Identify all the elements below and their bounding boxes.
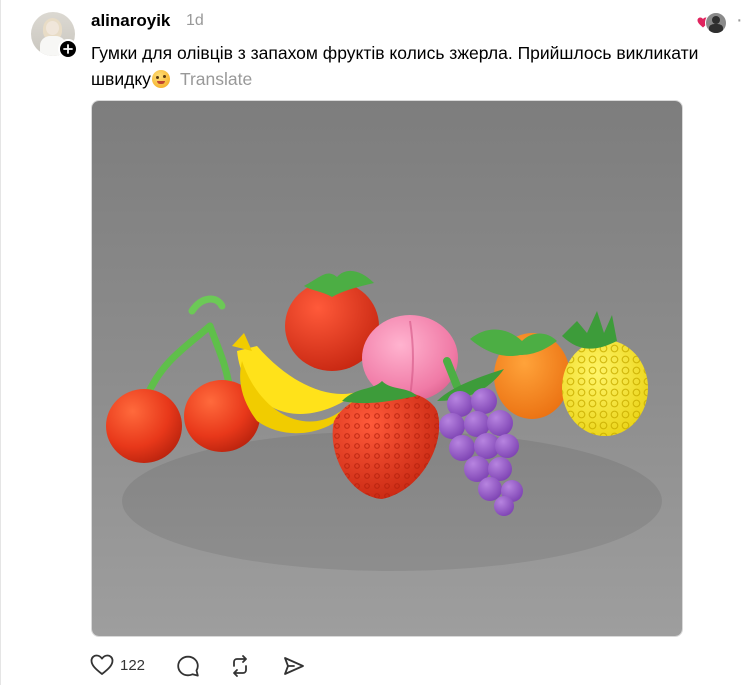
more-options-icon[interactable]: · — [736, 10, 743, 30]
repost-icon — [233, 655, 247, 677]
follow-plus-button[interactable] — [58, 39, 78, 59]
liked-by-indicator[interactable]: · — [693, 10, 748, 34]
fruit-erasers-photo — [92, 101, 682, 636]
plus-icon — [63, 44, 73, 54]
share-button[interactable] — [282, 654, 306, 678]
like-button[interactable]: 122 — [90, 654, 145, 676]
post-image[interactable] — [91, 100, 683, 637]
left-divider — [0, 0, 1, 685]
heart-icon — [90, 654, 114, 675]
post-timestamp: 1d — [186, 12, 204, 29]
nerd-face-emoji-icon — [151, 70, 170, 88]
translate-link[interactable]: Translate — [180, 69, 252, 89]
liker-avatar-body — [709, 24, 723, 33]
send-icon — [284, 657, 304, 675]
comment-bubble-icon — [177, 655, 199, 677]
repost-button[interactable] — [228, 654, 252, 678]
author-username[interactable]: alinaroyik — [91, 11, 170, 31]
comment-button[interactable] — [176, 654, 200, 678]
post-body: Гумки для олівців з запахом фруктів коли… — [91, 40, 741, 92]
liker-avatar — [705, 12, 727, 34]
like-count: 122 — [120, 656, 146, 674]
liker-avatar-head — [712, 16, 720, 24]
avatar-head — [46, 21, 59, 35]
